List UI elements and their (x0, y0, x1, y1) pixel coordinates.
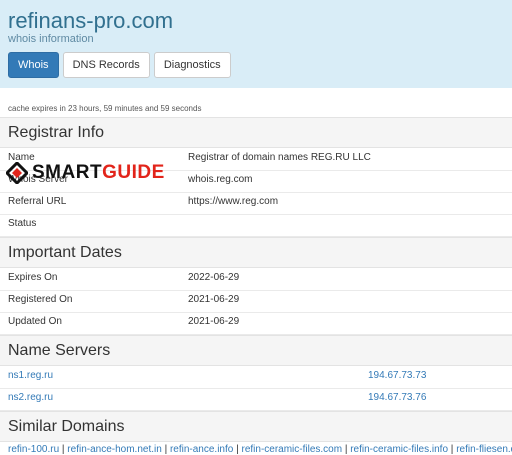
dates-row-expires: Expires On 2022-06-29 (0, 268, 512, 291)
separator: | (448, 444, 457, 455)
similar-domain-link[interactable]: refin-fliesen.de (456, 444, 512, 455)
similar-domain-link[interactable]: refin-ceramic-files.com (241, 444, 342, 455)
similar-section-header: Similar Domains (0, 411, 512, 442)
nameserver-ip-link[interactable]: 194.67.73.76 (368, 392, 426, 403)
nameserver-ip-link[interactable]: 194.67.73.73 (368, 370, 426, 381)
cache-note: cache expires in 23 hours, 59 minutes an… (8, 104, 202, 113)
similar-section-title: Similar Domains (8, 418, 125, 435)
tab-dns-records[interactable]: DNS Records (62, 52, 150, 78)
row-label: Updated On (8, 316, 62, 327)
header-banner: refinans-pro.com whois information Whois… (0, 0, 512, 88)
dates-row-registered: Registered On 2021-06-29 (0, 290, 512, 313)
row-label: Status (8, 218, 37, 229)
registrar-row-referral-url: Referral URL https://www.reg.com (0, 192, 512, 215)
row-value: 2021-06-29 (188, 294, 240, 305)
page-subtitle: whois information (8, 33, 94, 45)
similar-domain-link[interactable]: refin-100.ru (8, 444, 59, 455)
dates-section-title: Important Dates (8, 244, 122, 261)
nameserver-row: ns2.reg.ru 194.67.73.76 (0, 388, 512, 411)
tab-whois[interactable]: Whois (8, 52, 59, 78)
nameservers-section-title: Name Servers (8, 342, 111, 359)
nameserver-link[interactable]: ns2.reg.ru (8, 392, 53, 403)
row-value: 2022-06-29 (188, 272, 240, 283)
dates-row-updated: Updated On 2021-06-29 (0, 312, 512, 335)
separator: | (342, 444, 351, 455)
row-label: Registered On (8, 294, 73, 305)
tab-bar: Whois DNS Records Diagnostics (8, 52, 231, 78)
registrar-row-status: Status (0, 214, 512, 237)
tab-diagnostics[interactable]: Diagnostics (153, 52, 231, 78)
similar-domain-link[interactable]: refin-ance.info (170, 444, 233, 455)
watermark-text: SMARTGUIDE (32, 162, 165, 184)
row-value: Registrar of domain names REG.RU LLC (188, 152, 371, 163)
similar-domain-link[interactable]: refin-ceramic-files.info (350, 444, 448, 455)
watermark-smart: SMART (32, 162, 103, 183)
separator: | (161, 444, 170, 455)
similar-domains-list: refin-100.ru | refin-ance-hom.net.in | r… (8, 444, 512, 455)
registrar-section-title: Registrar Info (8, 124, 105, 141)
domain-title: refinans-pro.com (8, 8, 174, 33)
registrar-section-header: Registrar Info (0, 117, 512, 148)
nameservers-section-header: Name Servers (0, 335, 512, 366)
diamond-logo-icon (6, 162, 28, 184)
watermark-guide: GUIDE (102, 162, 165, 183)
row-value: 2021-06-29 (188, 316, 240, 327)
row-label: Expires On (8, 272, 58, 283)
nameserver-link[interactable]: ns1.reg.ru (8, 370, 53, 381)
row-value: https://www.reg.com (188, 196, 279, 207)
row-label: Referral URL (8, 196, 67, 207)
smartguide-watermark: SMARTGUIDE (6, 162, 165, 184)
row-value: whois.reg.com (188, 174, 253, 185)
similar-domain-link[interactable]: refin-ance-hom.net.in (67, 444, 162, 455)
nameserver-row: ns1.reg.ru 194.67.73.73 (0, 366, 512, 389)
dates-section-header: Important Dates (0, 237, 512, 268)
